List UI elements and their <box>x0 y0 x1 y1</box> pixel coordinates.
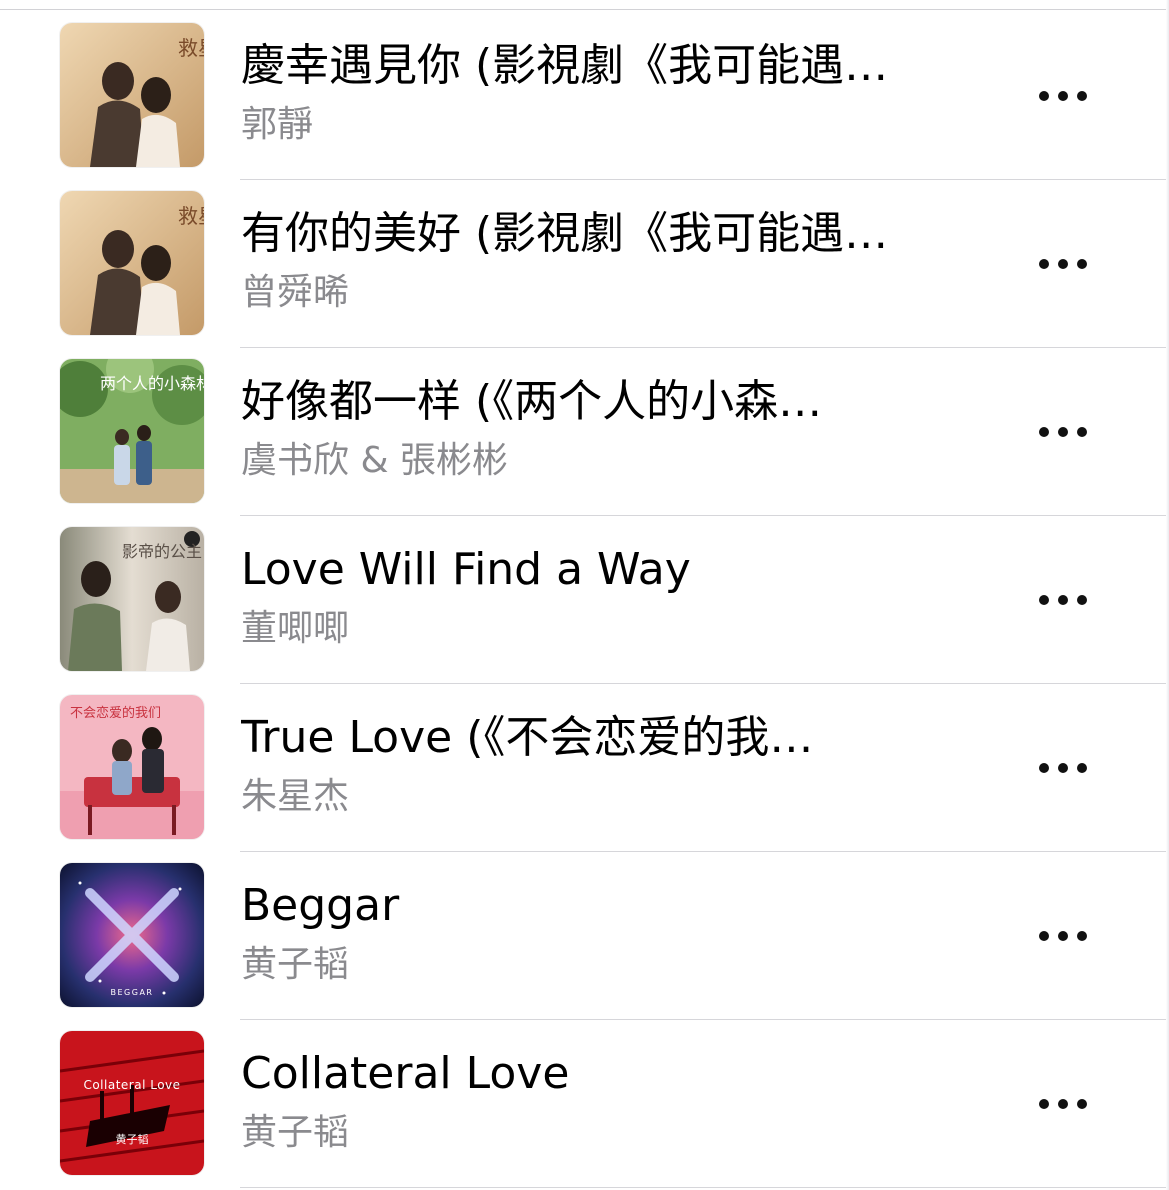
song-row[interactable]: 救星 有你的美好 (影視劇《我可能遇… 曾舜晞 <box>0 180 1169 348</box>
song-artist: 虞书欣 & 張彬彬 <box>241 440 508 481</box>
ellipsis-icon <box>1077 931 1087 941</box>
song-row[interactable]: 影帝的公主 Love Will Find a Way 董唧唧 <box>0 516 1169 684</box>
artwork-caption: 救星 <box>178 204 204 228</box>
album-artwork-image: 救星 <box>60 23 204 167</box>
ellipsis-icon <box>1058 763 1068 773</box>
album-artwork: 救星 <box>60 23 204 167</box>
ellipsis-icon <box>1039 1099 1049 1109</box>
artwork-subcaption: 黄子韬 <box>116 1132 149 1146</box>
song-title: 慶幸遇見你 (影視劇《我可能遇… <box>241 40 889 91</box>
album-artwork-image: BEGGAR <box>60 863 204 1007</box>
ellipsis-icon <box>1058 1099 1068 1109</box>
more-options-button[interactable] <box>1024 70 1102 122</box>
more-options-button[interactable] <box>1024 1078 1102 1130</box>
song-title: 有你的美好 (影視劇《我可能遇… <box>241 208 889 259</box>
more-options-button[interactable] <box>1024 574 1102 626</box>
song-row[interactable]: Collateral Love 黄子韬 Collateral Love 黄子韬 <box>0 1020 1169 1188</box>
ellipsis-icon <box>1077 427 1087 437</box>
album-artwork: 影帝的公主 <box>60 527 204 671</box>
song-artist: 黄子韬 <box>241 1112 350 1153</box>
song-title: Collateral Love <box>241 1048 570 1099</box>
song-title: True Love (《不会恋爱的我… <box>241 712 814 763</box>
album-artwork-image: 两个人的小森林 <box>60 359 204 503</box>
song-row[interactable]: 救星 慶幸遇見你 (影視劇《我可能遇… 郭靜 <box>0 12 1169 180</box>
more-options-button[interactable] <box>1024 238 1102 290</box>
artwork-caption: 救星 <box>178 36 204 60</box>
album-artwork: 救星 <box>60 191 204 335</box>
song-title: Beggar <box>241 880 400 931</box>
album-artwork: 不会恋爱的我们 <box>60 695 204 839</box>
artwork-caption: 影帝的公主 <box>122 542 202 561</box>
album-artwork-image: 影帝的公主 <box>60 527 204 671</box>
album-artwork: Collateral Love 黄子韬 <box>60 1031 204 1175</box>
ellipsis-icon <box>1077 91 1087 101</box>
song-list: 救星 慶幸遇見你 (影視劇《我可能遇… 郭靜 <box>0 12 1169 1188</box>
song-title: 好像都一样 (《两个人的小森… <box>241 376 823 427</box>
ellipsis-icon <box>1058 931 1068 941</box>
song-row[interactable]: 两个人的小森林 好像都一样 (《两个人的小森… 虞书欣 & 張彬彬 <box>0 348 1169 516</box>
ellipsis-icon <box>1039 763 1049 773</box>
ellipsis-icon <box>1058 595 1068 605</box>
ellipsis-icon <box>1039 91 1049 101</box>
artwork-caption: Collateral Love <box>83 1078 180 1092</box>
artwork-caption: 不会恋爱的我们 <box>70 705 161 721</box>
row-separator <box>240 1187 1169 1188</box>
song-artist: 董唧唧 <box>241 608 350 649</box>
ellipsis-icon <box>1058 259 1068 269</box>
ellipsis-icon <box>1077 763 1087 773</box>
more-options-button[interactable] <box>1024 910 1102 962</box>
artwork-caption: BEGGAR <box>111 988 154 997</box>
album-artwork: BEGGAR <box>60 863 204 1007</box>
ellipsis-icon <box>1039 259 1049 269</box>
ellipsis-icon <box>1039 931 1049 941</box>
ellipsis-icon <box>1039 595 1049 605</box>
ellipsis-icon <box>1077 595 1087 605</box>
song-title: Love Will Find a Way <box>241 544 691 595</box>
album-artwork-image: 不会恋爱的我们 <box>60 695 204 839</box>
ellipsis-icon <box>1039 427 1049 437</box>
song-artist: 朱星杰 <box>241 776 350 817</box>
song-row[interactable]: BEGGAR Beggar 黄子韬 <box>0 852 1169 1020</box>
song-artist: 郭靜 <box>241 104 314 145</box>
ellipsis-icon <box>1058 427 1068 437</box>
more-options-button[interactable] <box>1024 406 1102 458</box>
top-divider <box>0 0 1169 10</box>
album-artwork-image: 救星 <box>60 191 204 335</box>
more-options-button[interactable] <box>1024 742 1102 794</box>
artwork-caption: 两个人的小森林 <box>100 374 204 393</box>
ellipsis-icon <box>1058 91 1068 101</box>
song-artist: 黄子韬 <box>241 944 350 985</box>
album-artwork: 两个人的小森林 <box>60 359 204 503</box>
song-row[interactable]: 不会恋爱的我们 True Love (《不会恋爱的我… 朱星杰 <box>0 684 1169 852</box>
ellipsis-icon <box>1077 1099 1087 1109</box>
song-artist: 曾舜晞 <box>241 272 350 313</box>
ellipsis-icon <box>1077 259 1087 269</box>
album-artwork-image: Collateral Love 黄子韬 <box>60 1031 204 1175</box>
